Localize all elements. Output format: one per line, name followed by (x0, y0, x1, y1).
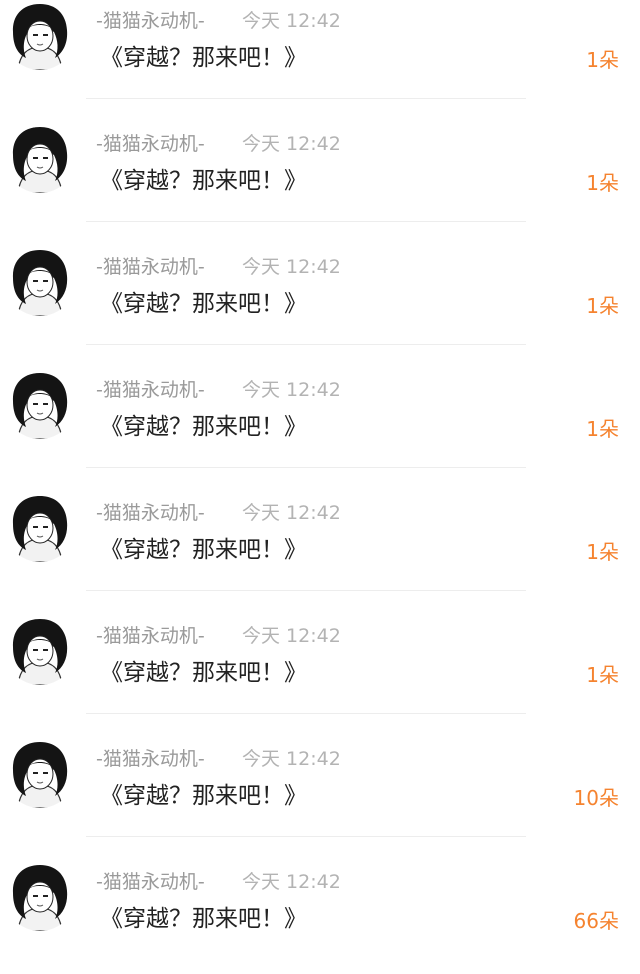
avatar-icon (12, 619, 68, 685)
username[interactable]: -猫猫永动机- (96, 254, 205, 280)
username[interactable]: -猫猫永动机- (96, 8, 205, 34)
divider (86, 590, 526, 591)
list-item[interactable]: -猫猫永动机- 今天 12:42 《穿越？那来吧！》 1朵 (0, 236, 640, 359)
list-item[interactable]: -猫猫永动机- 今天 12:42 《穿越？那来吧！》 1朵 (0, 0, 640, 113)
list-item[interactable]: -猫猫永动机- 今天 12:42 《穿越？那来吧！》 1朵 (0, 482, 640, 605)
avatar[interactable] (4, 859, 76, 931)
divider (86, 344, 526, 345)
avatar-icon (12, 373, 68, 439)
divider (86, 98, 526, 99)
timestamp: 今天 12:42 (242, 10, 341, 32)
divider (86, 467, 526, 468)
timestamp: 今天 12:42 (242, 256, 341, 278)
avatar[interactable] (4, 0, 76, 70)
flower-count: 66朵 (573, 909, 619, 933)
username[interactable]: -猫猫永动机- (96, 500, 205, 526)
username[interactable]: -猫猫永动机- (96, 131, 205, 157)
list-item[interactable]: -猫猫永动机- 今天 12:42 《穿越？那来吧！》 1朵 (0, 605, 640, 728)
timestamp: 今天 12:42 (242, 379, 341, 401)
divider (86, 836, 526, 837)
avatar-icon (12, 250, 68, 316)
work-title[interactable]: 《穿越？那来吧！》 (100, 904, 307, 934)
flower-count: 1朵 (586, 171, 619, 195)
flower-count: 1朵 (586, 540, 619, 564)
divider (86, 221, 526, 222)
flower-count: 1朵 (586, 663, 619, 687)
work-title[interactable]: 《穿越？那来吧！》 (100, 412, 307, 442)
flower-count: 1朵 (586, 417, 619, 441)
list-item[interactable]: -猫猫永动机- 今天 12:42 《穿越？那来吧！》 66朵 (0, 851, 640, 974)
timestamp: 今天 12:42 (242, 133, 341, 155)
avatar-icon (12, 496, 68, 562)
avatar-icon (12, 742, 68, 808)
flower-count: 10朵 (573, 786, 619, 810)
timestamp: 今天 12:42 (242, 748, 341, 770)
work-title[interactable]: 《穿越？那来吧！》 (100, 43, 307, 73)
list-item[interactable]: -猫猫永动机- 今天 12:42 《穿越？那来吧！》 10朵 (0, 728, 640, 851)
username[interactable]: -猫猫永动机- (96, 869, 205, 895)
avatar[interactable] (4, 244, 76, 316)
work-title[interactable]: 《穿越？那来吧！》 (100, 166, 307, 196)
username[interactable]: -猫猫永动机- (96, 377, 205, 403)
avatar-icon (12, 865, 68, 931)
avatar[interactable] (4, 121, 76, 193)
timestamp: 今天 12:42 (242, 625, 341, 647)
timestamp: 今天 12:42 (242, 871, 341, 893)
avatar-icon (12, 127, 68, 193)
username[interactable]: -猫猫永动机- (96, 623, 205, 649)
username[interactable]: -猫猫永动机- (96, 746, 205, 772)
list-item[interactable]: -猫猫永动机- 今天 12:42 《穿越？那来吧！》 1朵 (0, 113, 640, 236)
list-item[interactable]: -猫猫永动机- 今天 12:42 《穿越？那来吧！》 1朵 (0, 359, 640, 482)
work-title[interactable]: 《穿越？那来吧！》 (100, 781, 307, 811)
work-title[interactable]: 《穿越？那来吧！》 (100, 658, 307, 688)
flower-count: 1朵 (586, 294, 619, 318)
flower-count: 1朵 (586, 48, 619, 72)
work-title[interactable]: 《穿越？那来吧！》 (100, 535, 307, 565)
avatar-icon (12, 4, 68, 70)
gift-record-list: -猫猫永动机- 今天 12:42 《穿越？那来吧！》 1朵 -猫猫永动机- 今天… (0, 0, 640, 960)
work-title[interactable]: 《穿越？那来吧！》 (100, 289, 307, 319)
timestamp: 今天 12:42 (242, 502, 341, 524)
avatar[interactable] (4, 736, 76, 808)
divider (86, 713, 526, 714)
avatar[interactable] (4, 490, 76, 562)
avatar[interactable] (4, 613, 76, 685)
avatar[interactable] (4, 367, 76, 439)
